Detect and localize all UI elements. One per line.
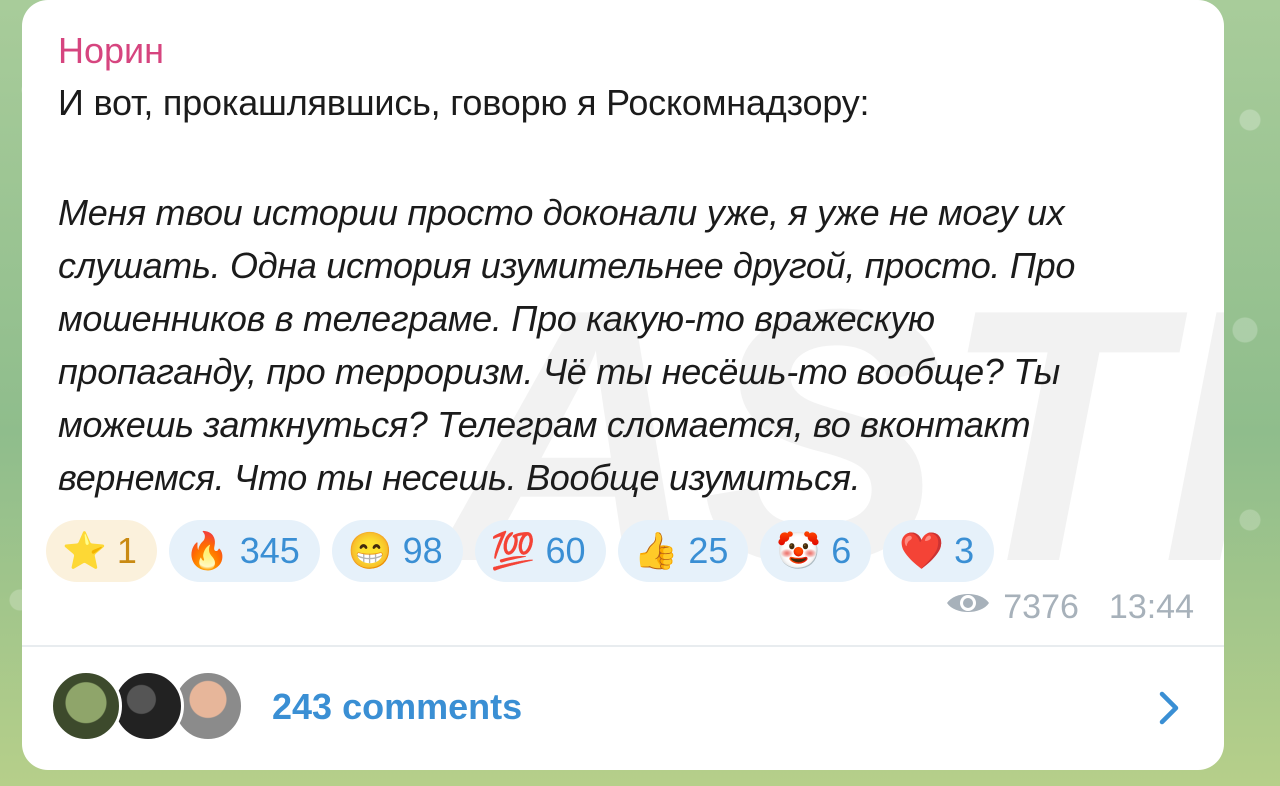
comments-link[interactable]: 243 comments (272, 686, 522, 728)
reaction-count: 1 (116, 530, 137, 571)
reaction-count: 98 (402, 530, 443, 571)
reaction-hundred[interactable]: 💯 60 (474, 520, 606, 582)
clown-icon: 🤡 (776, 530, 822, 571)
quote-line: вернемся. Что ты несешь. Вообще изумитьс… (58, 457, 861, 498)
star-icon: ⭐ (62, 530, 107, 571)
divider (22, 645, 1224, 647)
quote-line: Меня твои истории просто доконали уже, я… (58, 192, 1065, 233)
message-author[interactable]: Норин (58, 30, 164, 72)
reaction-star[interactable]: ⭐ 1 (46, 520, 157, 582)
reaction-count: 3 (954, 530, 975, 571)
reaction-clown[interactable]: 🤡 6 (760, 520, 872, 582)
quote-line: можешь заткнуться? Телеграм сломается, в… (58, 404, 1031, 445)
heart-icon: ❤️ (899, 530, 945, 571)
message-quote: Меня твои истории просто доконали уже, я… (58, 186, 1208, 504)
message-time: 13:44 (1108, 588, 1194, 626)
reactions-bar: ⭐ 1 🔥 345 😁 98 💯 60 👍 25 🤡 6 ❤️ 3 (46, 520, 995, 582)
reaction-count: 60 (545, 530, 586, 571)
message-bubble[interactable]: ASTRA Норин И вот, прокашлявшись, говорю… (22, 0, 1224, 770)
fire-icon: 🔥 (184, 530, 230, 571)
reaction-count: 25 (688, 530, 729, 571)
reaction-count: 6 (831, 530, 852, 571)
grin-icon: 😁 (347, 530, 393, 571)
message-meta: 7376 13:44 (945, 588, 1194, 627)
reaction-grin[interactable]: 😁 98 (331, 520, 463, 582)
avatar (112, 670, 184, 742)
reaction-count: 345 (239, 530, 300, 571)
reaction-thumbs-up[interactable]: 👍 25 (617, 520, 749, 582)
reaction-fire[interactable]: 🔥 345 (168, 520, 320, 582)
reaction-heart[interactable]: ❤️ 3 (883, 520, 995, 582)
commenter-avatars (50, 670, 250, 744)
quote-line: пропаганду, про терроризм. Чё ты несёшь-… (58, 351, 1060, 392)
view-count: 7376 (1003, 588, 1079, 626)
quote-line: мошенников в телеграме. Про какую-то вра… (58, 298, 935, 339)
hundred-icon: 💯 (490, 530, 536, 571)
quote-line: слушать. Одна история изумительнее друго… (58, 245, 1076, 286)
avatar (50, 670, 122, 742)
thumbs-up-icon: 👍 (633, 530, 679, 571)
message-intro-text: И вот, прокашлявшись, говорю я Роскомнад… (58, 82, 870, 123)
chevron-right-icon[interactable] (1154, 688, 1184, 728)
eye-icon (945, 588, 991, 627)
